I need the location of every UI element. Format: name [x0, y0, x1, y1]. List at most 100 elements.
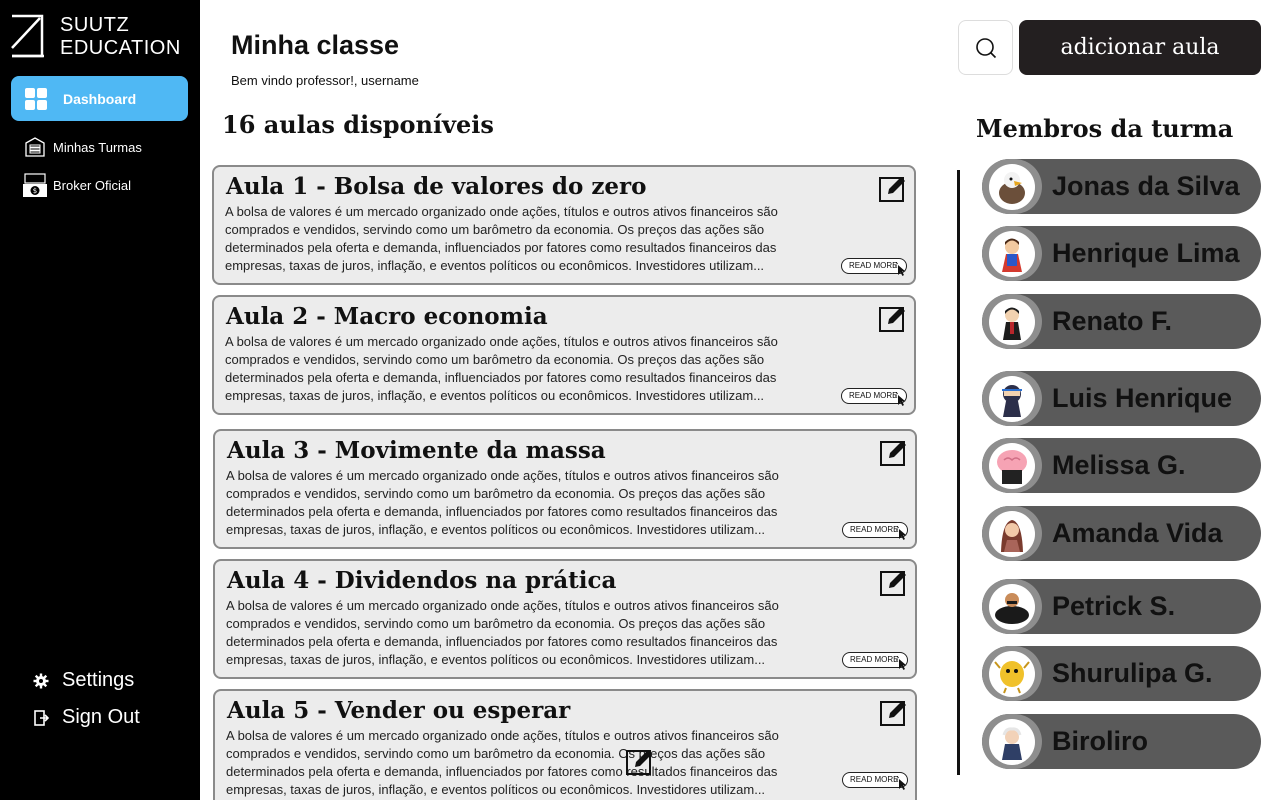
classroom-icon [22, 134, 48, 160]
member-name: Henrique Lima [1052, 238, 1240, 268]
lesson-title: Aula 4 - Dividendos na prática [227, 567, 617, 594]
members-title: Membros da turma [976, 114, 1234, 143]
settings-link[interactable]: Settings [32, 669, 134, 692]
avatar [982, 579, 1042, 634]
lesson-description: A bolsa de valores é um mercado organiza… [225, 334, 778, 403]
settings-label: Settings [62, 669, 135, 691]
superhero-avatar-icon [1002, 238, 1022, 272]
edit-icon[interactable] [879, 437, 909, 467]
read-more-button[interactable]: READ MORE [841, 388, 907, 406]
read-more-label: READ MORE [850, 655, 899, 664]
members-divider [957, 170, 960, 775]
search-button[interactable] [958, 20, 1013, 75]
member-name: Amanda Vida [1052, 518, 1223, 548]
member-name: Renato F. [1052, 306, 1173, 336]
lesson-title: Aula 2 - Macro economia [226, 303, 548, 330]
wizard-avatar-icon [1003, 307, 1021, 340]
avatar [982, 438, 1042, 493]
avatar [982, 294, 1042, 349]
pointer-cursor-icon [895, 392, 906, 406]
lesson-description: A bolsa de valores é um mercado organiza… [226, 468, 779, 537]
member-item[interactable]: Jonas da Silva [982, 159, 1261, 214]
logo-text: SUUTZ EDUCATION [60, 14, 181, 60]
read-more-label: READ MORE [849, 261, 898, 270]
read-more-button[interactable]: READ MORE [842, 652, 908, 670]
sign-out-icon [32, 709, 50, 727]
lesson-card[interactable]: Aula 1 - Bolsa de valores do zero A bols… [212, 165, 916, 285]
strongman-avatar-icon [995, 592, 1029, 624]
app-root: SUUTZ EDUCATION Dashboard Minhas Turmas [0, 0, 1280, 800]
read-more-button[interactable]: READ MORE [842, 522, 908, 540]
ninja-avatar-icon [1002, 384, 1022, 417]
nav-item-minhas-turmas[interactable]: Minhas Turmas [22, 134, 142, 160]
member-name: Shurulipa G. [1052, 658, 1213, 688]
lesson-description: A bolsa de valores é um mercado organiza… [226, 598, 779, 667]
sign-out-label: Sign Out [62, 706, 140, 728]
logo-line-1: SUUTZ [60, 14, 130, 36]
lesson-title: Aula 5 - Vender ou esperar [227, 697, 571, 724]
lesson-description: A bolsa de valores é um mercado organiza… [225, 204, 778, 273]
member-item[interactable]: Petrick S. [982, 579, 1261, 634]
nav-item-broker-oficial[interactable]: $ Broker Oficial [22, 172, 131, 198]
nav-item-dashboard[interactable]: Dashboard [11, 76, 188, 121]
member-item[interactable]: Amanda Vida [982, 506, 1261, 561]
lessons-count: 16 aulas disponíveis [222, 110, 494, 139]
member-name: Luis Henrique [1052, 383, 1233, 413]
lesson-description: A bolsa de valores é um mercado organiza… [226, 728, 779, 797]
member-item[interactable]: Renato F. [982, 294, 1261, 349]
member-item[interactable]: Biroliro [982, 714, 1261, 769]
member-name: Petrick S. [1052, 591, 1176, 621]
member-name: Melissa G. [1052, 450, 1186, 480]
member-name: Jonas da Silva [1052, 171, 1240, 201]
lesson-card[interactable]: Aula 2 - Macro economia A bolsa de valor… [212, 295, 916, 415]
lesson-card[interactable]: Aula 4 - Dividendos na prática A bolsa d… [213, 559, 917, 679]
sidebar: SUUTZ EDUCATION Dashboard Minhas Turmas [0, 0, 200, 800]
edit-icon[interactable] [879, 567, 909, 597]
lesson-title: Aula 1 - Bolsa de valores do zero [226, 173, 647, 200]
woman-avatar-icon [1001, 519, 1023, 552]
member-name: Biroliro [1052, 726, 1149, 756]
pointer-cursor-icon [896, 776, 907, 790]
page-title: Minha classe [231, 30, 400, 60]
member-item[interactable]: Luis Henrique [982, 371, 1261, 426]
read-more-label: READ MORE [850, 525, 899, 534]
logo: SUUTZ EDUCATION [10, 14, 181, 60]
eagle-avatar-icon [999, 171, 1025, 204]
nav-item-label: Minhas Turmas [53, 139, 142, 155]
logo-line-2: EDUCATION [60, 37, 181, 59]
old-man-avatar-icon [1002, 726, 1022, 760]
nav-item-label: Broker Oficial [53, 177, 132, 193]
member-item[interactable]: Shurulipa G. [982, 646, 1261, 701]
read-more-button[interactable]: READ MORE [841, 258, 907, 276]
add-lesson-button[interactable]: adicionar aula [1019, 20, 1261, 75]
lesson-card[interactable]: Aula 3 - Movimente da massa A bolsa de v… [213, 429, 917, 549]
edit-icon[interactable] [878, 303, 908, 333]
brain-avatar-icon [997, 449, 1027, 484]
member-item[interactable]: Melissa G. [982, 438, 1261, 493]
sign-out-link[interactable]: Sign Out [32, 706, 140, 729]
edit-icon[interactable] [625, 746, 655, 776]
dashboard-grid-icon [25, 87, 47, 110]
avatar [982, 371, 1042, 426]
nav-item-label: Dashboard [63, 90, 137, 107]
lesson-title: Aula 3 - Movimente da massa [227, 437, 606, 464]
avatar [982, 226, 1042, 281]
pointer-cursor-icon [896, 656, 907, 670]
svg-text:$: $ [33, 187, 37, 195]
pointer-cursor-icon [895, 262, 906, 276]
search-icon [975, 37, 996, 58]
avatar [982, 159, 1042, 214]
edit-icon[interactable] [878, 173, 908, 203]
welcome-subtitle: Bem vindo professor!, username [231, 73, 419, 88]
read-more-label: READ MORE [849, 391, 898, 400]
read-more-button[interactable]: READ MORE [842, 772, 908, 790]
pointer-cursor-icon [896, 526, 907, 540]
creature-avatar-icon [994, 660, 1030, 693]
avatar [982, 646, 1042, 701]
broker-money-icon: $ [22, 172, 48, 198]
logo-mark-icon [11, 14, 44, 58]
avatar [982, 714, 1042, 769]
member-item[interactable]: Henrique Lima [982, 226, 1261, 281]
edit-icon[interactable] [879, 697, 909, 727]
lesson-card[interactable]: Aula 5 - Vender ou esperar A bolsa de va… [213, 689, 917, 800]
